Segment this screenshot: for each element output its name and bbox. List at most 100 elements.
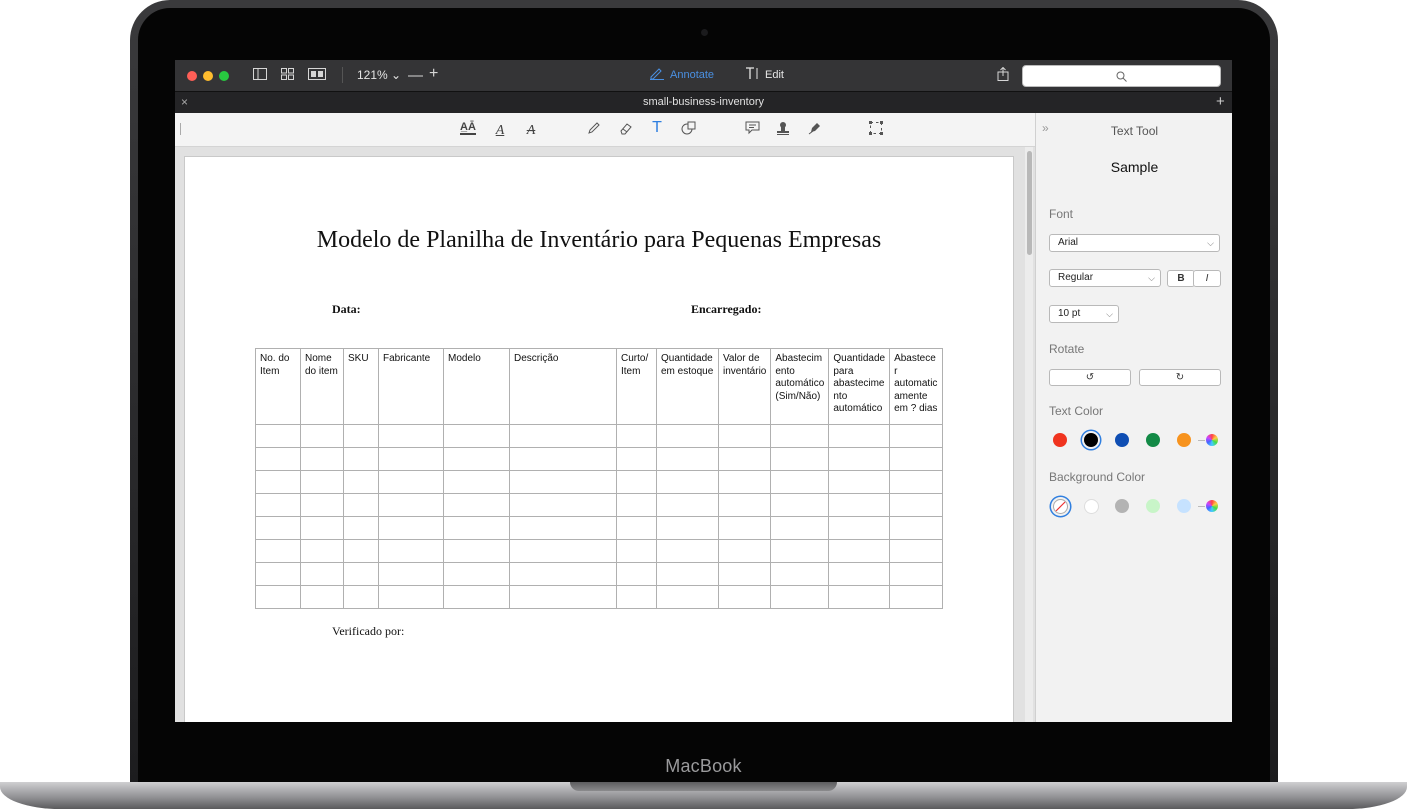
table-cell[interactable] — [889, 447, 944, 471]
table-cell[interactable] — [889, 470, 944, 494]
table-cell[interactable] — [889, 516, 944, 540]
text-custom-color-wheel-icon[interactable] — [1206, 434, 1218, 446]
table-cell[interactable] — [443, 493, 510, 517]
table-cell[interactable] — [770, 447, 830, 471]
table-cell[interactable] — [378, 539, 444, 563]
table-cell[interactable] — [828, 539, 891, 563]
table-cell[interactable] — [717, 424, 772, 448]
table-cell[interactable] — [255, 562, 301, 586]
table-cell[interactable] — [889, 539, 944, 563]
table-cell[interactable] — [443, 470, 510, 494]
table-cell[interactable] — [255, 516, 301, 540]
table-cell[interactable] — [828, 562, 891, 586]
table-cell[interactable] — [255, 424, 301, 448]
table-cell[interactable] — [616, 470, 657, 494]
font-family-select[interactable]: Arial ⌵ — [1049, 234, 1220, 252]
table-cell[interactable] — [717, 447, 772, 471]
signature-pen-icon[interactable] — [806, 121, 824, 138]
minimize-window-button[interactable] — [203, 71, 213, 81]
table-cell[interactable] — [717, 562, 772, 586]
table-cell[interactable] — [717, 516, 772, 540]
italic-button[interactable]: I — [1193, 270, 1221, 287]
table-cell[interactable] — [443, 447, 510, 471]
table-cell[interactable] — [770, 562, 830, 586]
grid-view-icon[interactable] — [281, 68, 294, 83]
scrollbar-thumb[interactable] — [1027, 151, 1032, 255]
font-style-select[interactable]: Regular ⌵ — [1049, 269, 1161, 287]
table-cell[interactable] — [828, 585, 891, 609]
table-cell[interactable] — [255, 447, 301, 471]
table-cell[interactable] — [656, 493, 719, 517]
table-cell[interactable] — [889, 493, 944, 517]
background-color-swatch[interactable] — [1177, 499, 1191, 513]
table-cell[interactable] — [343, 516, 379, 540]
background-color-swatch[interactable] — [1084, 499, 1099, 514]
table-cell[interactable] — [656, 424, 719, 448]
table-cell[interactable] — [770, 424, 830, 448]
table-cell[interactable] — [656, 562, 719, 586]
comment-icon[interactable] — [743, 121, 761, 138]
page-layout-icon[interactable] — [308, 68, 326, 83]
table-cell[interactable] — [717, 585, 772, 609]
text-highlight-icon[interactable]: A̲Ā — [459, 121, 477, 135]
table-cell[interactable] — [443, 516, 510, 540]
search-input[interactable] — [1022, 65, 1221, 87]
stamp-icon[interactable] — [774, 121, 792, 138]
table-cell[interactable] — [828, 470, 891, 494]
sidebar-toggle-icon[interactable] — [253, 68, 267, 83]
table-cell[interactable] — [378, 424, 444, 448]
table-cell[interactable] — [770, 539, 830, 563]
table-cell[interactable] — [509, 585, 617, 609]
maximize-window-button[interactable] — [219, 71, 229, 81]
table-cell[interactable] — [509, 424, 617, 448]
table-cell[interactable] — [616, 447, 657, 471]
table-cell[interactable] — [828, 516, 891, 540]
table-cell[interactable] — [889, 585, 944, 609]
text-color-swatch[interactable] — [1177, 433, 1191, 447]
table-cell[interactable] — [343, 539, 379, 563]
table-cell[interactable] — [616, 539, 657, 563]
table-cell[interactable] — [443, 585, 510, 609]
underline-text-icon[interactable]: A — [491, 121, 509, 139]
text-color-swatch[interactable] — [1115, 433, 1129, 447]
table-cell[interactable] — [343, 585, 379, 609]
table-cell[interactable] — [509, 562, 617, 586]
table-cell[interactable] — [889, 562, 944, 586]
font-size-select[interactable]: 10 pt ⌵ — [1049, 305, 1119, 323]
rotate-right-button[interactable]: ↻ — [1139, 369, 1221, 386]
table-cell[interactable] — [343, 470, 379, 494]
table-cell[interactable] — [255, 585, 301, 609]
table-cell[interactable] — [770, 470, 830, 494]
table-cell[interactable] — [378, 516, 444, 540]
table-cell[interactable] — [509, 447, 617, 471]
pencil-icon[interactable] — [585, 121, 603, 138]
strikethrough-text-icon[interactable]: A — [522, 121, 540, 139]
toolbar-drag-handle[interactable] — [180, 123, 183, 135]
text-color-swatch[interactable] — [1053, 433, 1067, 447]
table-cell[interactable] — [300, 493, 344, 517]
table-cell[interactable] — [656, 447, 719, 471]
table-cell[interactable] — [616, 516, 657, 540]
zoom-level-dropdown[interactable]: 121% ⌄ — [357, 68, 401, 82]
text-color-swatch[interactable] — [1084, 433, 1098, 447]
table-cell[interactable] — [770, 493, 830, 517]
zoom-out-button[interactable]: — — [408, 67, 423, 84]
eraser-icon[interactable] — [617, 121, 635, 138]
table-cell[interactable] — [343, 493, 379, 517]
table-cell[interactable] — [300, 539, 344, 563]
background-no-color-swatch[interactable] — [1053, 499, 1068, 514]
background-custom-color-wheel-icon[interactable] — [1206, 500, 1218, 512]
table-cell[interactable] — [378, 447, 444, 471]
table-cell[interactable] — [300, 470, 344, 494]
table-cell[interactable] — [443, 539, 510, 563]
table-cell[interactable] — [889, 424, 944, 448]
table-cell[interactable] — [656, 470, 719, 494]
table-cell[interactable] — [616, 424, 657, 448]
table-cell[interactable] — [378, 562, 444, 586]
table-cell[interactable] — [828, 424, 891, 448]
table-cell[interactable] — [300, 516, 344, 540]
table-cell[interactable] — [255, 470, 301, 494]
table-cell[interactable] — [509, 470, 617, 494]
table-cell[interactable] — [656, 585, 719, 609]
table-cell[interactable] — [300, 585, 344, 609]
